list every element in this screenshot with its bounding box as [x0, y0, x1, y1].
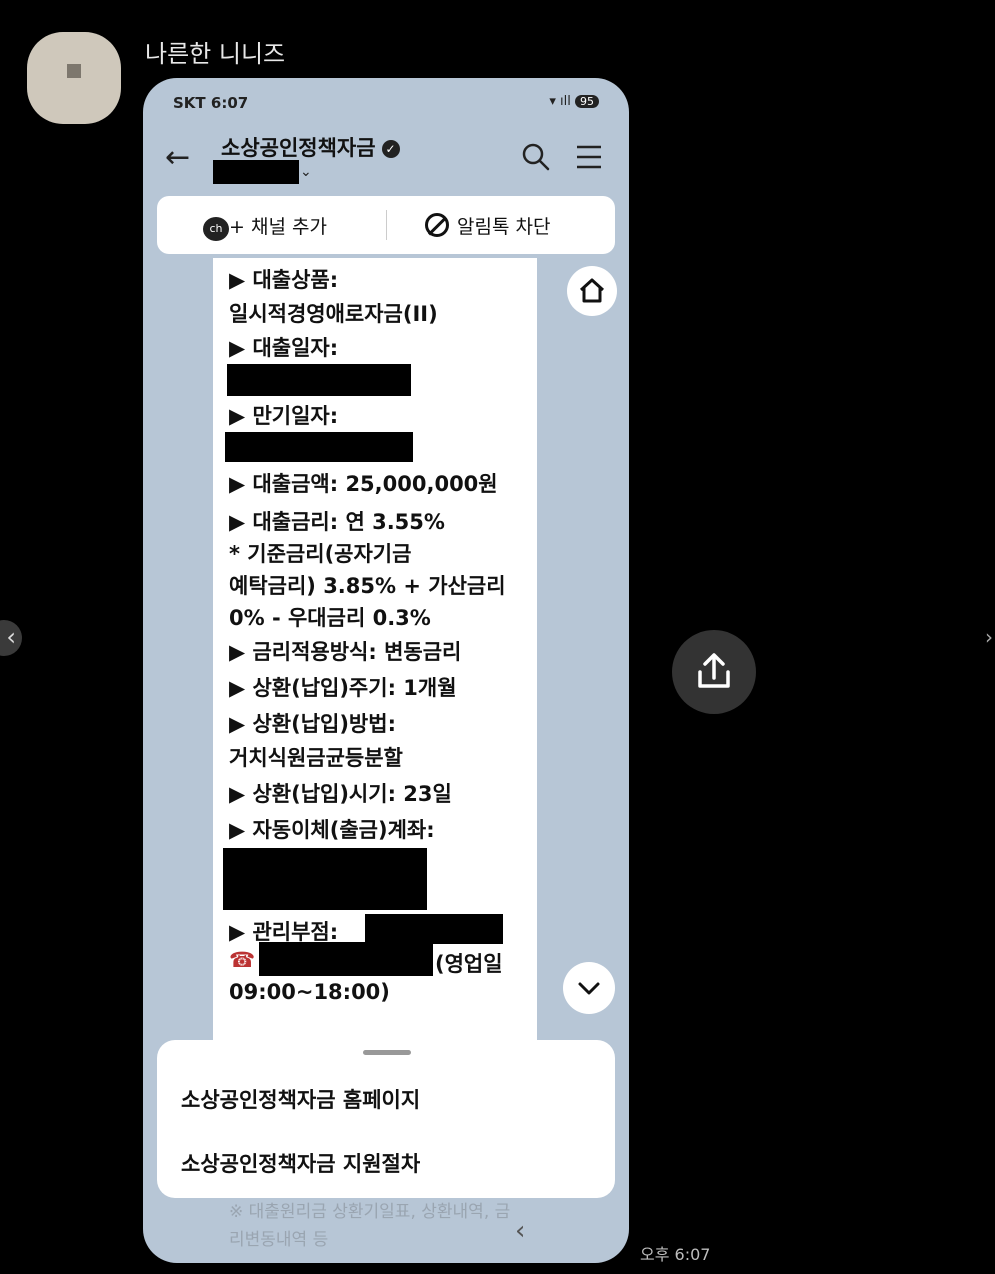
- message-line: ▶ 상환(납입)주기: 1개월: [229, 676, 457, 700]
- search-icon[interactable]: [521, 142, 551, 172]
- message-line: ▶ 대출상품:: [229, 268, 339, 292]
- bottom-menu-sheet: 소상공인정책자금 홈페이지 소상공인정책자금 지원절차: [157, 1040, 615, 1198]
- message-line: 09:00~18:00): [229, 980, 390, 1004]
- sheet-handle[interactable]: [363, 1050, 411, 1055]
- next-image-button[interactable]: ›: [985, 625, 993, 649]
- message-line: ▶ 만기일자:: [229, 404, 339, 428]
- chevron-down-icon: [578, 982, 600, 995]
- verified-icon: ✓: [381, 140, 400, 158]
- channel-action-bar: ch + 채널 추가 알림톡 차단: [157, 196, 615, 254]
- sender-avatar[interactable]: [27, 32, 121, 124]
- back-arrow-icon[interactable]: ←: [165, 140, 190, 175]
- redacted-block: [259, 942, 433, 976]
- menu-icon[interactable]: [575, 144, 603, 170]
- block-icon: [425, 213, 449, 237]
- redacted-block: [223, 848, 427, 910]
- message-line: 0% - 우대금리 0.3%: [229, 606, 431, 630]
- redacted-block: [365, 914, 503, 944]
- channel-title: 소상공인정책자금 ✓: [221, 132, 400, 162]
- message-bubble: ▶ 대출상품: 일시적경영애로자금(II) ▶ 대출일자: ▶ 만기일자: ▶ …: [213, 258, 537, 1118]
- add-channel-button[interactable]: ch + 채널 추가: [203, 212, 327, 241]
- support-procedure-link[interactable]: 소상공인정책자금 지원절차: [181, 1148, 420, 1178]
- message-line: 일시적경영애로자금(II): [229, 302, 438, 326]
- message-line: ▶ 상환(납입)시기: 23일: [229, 782, 452, 806]
- homepage-link[interactable]: 소상공인정책자금 홈페이지: [181, 1084, 420, 1114]
- redacted-block: [225, 432, 413, 462]
- redacted-block: [227, 364, 411, 396]
- home-icon: [579, 278, 605, 303]
- message-line: ▶ 금리적용방식: 변동금리: [229, 640, 462, 664]
- phone-icon: ☎: [229, 948, 256, 972]
- message-line: 거치식원금균등분할: [229, 746, 403, 770]
- share-button[interactable]: [672, 630, 756, 714]
- message-line: ▶ 대출금리: 연 3.55%: [229, 510, 445, 534]
- message-line: (영업일: [435, 952, 503, 976]
- message-line: ▶ 대출금액: 25,000,000원: [229, 472, 498, 496]
- block-alert-button[interactable]: 알림톡 차단: [425, 212, 550, 239]
- message-line: * 기준금리(공자기금: [229, 542, 412, 566]
- channel-badge-icon: ch: [203, 217, 229, 241]
- sender-name: 나른한 니니즈: [145, 40, 286, 68]
- chevron-down-icon: ⌄: [300, 164, 312, 180]
- block-alert-label: 알림톡 차단: [457, 216, 551, 238]
- add-channel-label: + 채널 추가: [229, 216, 327, 238]
- background-text: ※ 대출원리금 상환기일표, 상환내역, 금리변동내역 등: [229, 1202, 511, 1250]
- chevron-left-icon[interactable]: ‹: [515, 1216, 525, 1246]
- message-line: 예탁금리) 3.85% + 가산금리: [229, 574, 506, 598]
- message-line: ▶ 대출일자:: [229, 336, 339, 360]
- message-line: ▶ 자동이체(출금)계좌:: [229, 818, 435, 842]
- status-icons: ▾ ıll 95: [549, 94, 599, 109]
- message-line: ▶ 상환(납입)방법:: [229, 712, 396, 736]
- scroll-down-button[interactable]: [563, 962, 615, 1014]
- message-time: 오후 6:07: [640, 1245, 711, 1264]
- divider: [386, 210, 387, 240]
- channel-title-text: 소상공인정책자금: [221, 136, 376, 160]
- share-icon: [698, 653, 730, 688]
- battery-badge: 95: [575, 95, 599, 108]
- status-time: SKT 6:07: [173, 94, 249, 112]
- shared-screenshot-image[interactable]: SKT 6:07 ▾ ıll 95 ← 소상공인정책자금 ✓ ⌄ ch + 채널 추…: [143, 78, 629, 1263]
- previous-image-button[interactable]: ‹: [0, 620, 22, 656]
- home-button[interactable]: [567, 266, 617, 316]
- redacted-block: [213, 160, 299, 184]
